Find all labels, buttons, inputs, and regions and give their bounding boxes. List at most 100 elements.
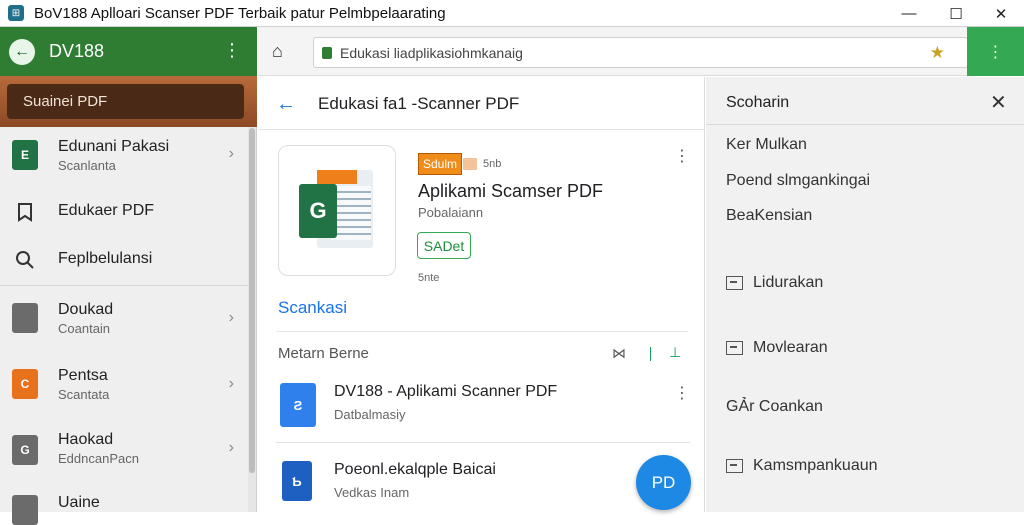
badge-label: Sdulm [418, 153, 463, 175]
document-tab-icon [317, 170, 357, 184]
right-panel-item[interactable]: Ker Mulkan [726, 136, 807, 154]
header-divider [258, 129, 705, 130]
sidebar-item-haokad[interactable]: G Haokad EddncanPacn › [0, 419, 248, 483]
address-bar: ⌂ Edukasi liadplikasiohmkanaig ★ [258, 27, 1024, 76]
main-panel: ← Edukasi fa1 -Scanner PDF G Sdulm 5nb A… [258, 77, 705, 512]
folder-doc-icon [12, 303, 38, 333]
bookmark-icon [12, 197, 38, 227]
app-badge: Sdulm 5nb [418, 153, 501, 175]
close-icon[interactable]: ✕ [990, 90, 1007, 115]
install-button[interactable]: SADet [417, 232, 471, 259]
right-panel-item[interactable]: BeaKensian [726, 207, 812, 225]
section-separator [650, 347, 651, 361]
sidebar-item-subtitle: Coantain [58, 321, 111, 336]
sidebar-item-pentsa[interactable]: C Pentsa Scantata › [0, 353, 248, 417]
app-name: Aplikami Scamser PDF [418, 181, 604, 201]
sidebar-item-edukaer[interactable]: Edukaer PDF [0, 189, 248, 233]
right-panel-item-label: GẢr Coankan [726, 398, 823, 415]
right-panel-item-label: Lidurakan [753, 274, 824, 291]
box-icon [726, 459, 743, 473]
right-panel-item-label: Poend slmgankingai [726, 172, 871, 189]
box-icon [726, 341, 743, 355]
close-window-button[interactable]: ✕ [978, 0, 1024, 27]
left-toolbar: ← DV188 ⋮ [0, 27, 257, 76]
back-arrow-icon[interactable]: ← [9, 38, 35, 65]
sidebar-divider [0, 285, 248, 286]
sort-icon[interactable]: ⊥ [669, 344, 681, 361]
window-titlebar: ⊞ BoV188 Aplloari Scanser PDF Terbaik pa… [0, 0, 1024, 27]
sidebar-item-subtitle: Scantata [58, 387, 110, 402]
home-icon[interactable]: ⌂ [272, 41, 283, 62]
chevron-right-icon: › [228, 309, 234, 326]
app-icon-card[interactable]: G [278, 145, 396, 276]
app-developer: Pobalaiann [418, 205, 484, 220]
right-panel-item[interactable]: Kamsmpankuaun [726, 457, 878, 475]
search-pill-button[interactable]: Suainei PDF [7, 84, 244, 119]
sidebar-item-edunani[interactable]: E Edunani Pakasi Scanlanta › [0, 127, 248, 183]
blue-document-icon: Ƅ [282, 461, 312, 501]
right-panel-divider [706, 124, 1024, 125]
star-icon[interactable]: ★ [930, 43, 945, 63]
sidebar-item-doukad[interactable]: Doukad Coantain › [0, 287, 248, 351]
box-icon [726, 276, 743, 290]
sidebar-item-title: Edunani Pakasi [58, 138, 170, 155]
right-panel-title: Scoharin [726, 94, 790, 111]
sidebar-item-title: Haokad [58, 431, 114, 448]
right-panel-item[interactable]: Movlearan [726, 339, 828, 357]
section-divider [276, 331, 688, 332]
app-note: 5nte [418, 272, 440, 284]
document-green-icon: E [12, 140, 38, 170]
search-icon [12, 245, 38, 275]
page-title: Edukasi fa1 -Scanner PDF [318, 94, 520, 113]
browser-menu-icon[interactable]: ⋮ [967, 27, 1024, 76]
gray-doc-icon: G [12, 435, 38, 465]
search-band: Suainei PDF [0, 76, 257, 127]
right-panel: Scoharin ✕ Ker Mulkan Poend slmgankingai… [706, 77, 1024, 512]
scankasi-link[interactable]: Scankasi [278, 298, 347, 318]
window-title: BoV188 Aplloari Scanser PDF Terbaik patu… [34, 4, 446, 22]
sidebar-item-subtitle: Scanlanta [58, 158, 116, 173]
sidebar-scroll-thumb[interactable] [249, 128, 255, 473]
right-panel-item[interactable]: Poend slmgankingai [726, 172, 870, 190]
chevron-right-icon: › [228, 375, 234, 392]
sidebar-item-subtitle: EddncanPacn [58, 451, 139, 466]
sidebar-item-title: Edukaer PDF [58, 202, 155, 219]
orange-doc-icon: C [12, 369, 38, 399]
sidebar-item-title: Doukad [58, 301, 114, 318]
more-options-icon[interactable]: ⋮ [223, 41, 241, 59]
more-options-icon[interactable]: ⋮ [674, 386, 690, 402]
gray-doc-icon [12, 495, 38, 525]
sidebar-item-title: Uaine [58, 494, 100, 511]
badge-small-icon [463, 158, 478, 170]
right-panel-item-label: Kamsmpankuaun [753, 457, 878, 474]
left-toolbar-title: DV188 [49, 41, 105, 61]
lock-icon [322, 46, 332, 59]
result-divider [276, 442, 690, 443]
right-panel-item[interactable]: GẢr Coankan [726, 398, 823, 416]
url-text: Edukasi liadplikasiohmkanaig [340, 44, 523, 61]
url-input[interactable]: Edukasi liadplikasiohmkanaig ★ [313, 37, 968, 68]
maximize-button[interactable]: ☐ [933, 0, 979, 27]
sidebar: E Edunani Pakasi Scanlanta › Edukaer PDF… [0, 127, 257, 525]
badge-tail: 5nb [483, 158, 502, 170]
minimize-button[interactable]: — [886, 0, 932, 27]
section-title: Metarn Berne [278, 345, 369, 362]
collapse-icon[interactable]: ⋈ [612, 345, 626, 362]
document-lines-icon [331, 186, 371, 240]
result-title[interactable]: DV188 - Aplikami Scanner PDF [334, 383, 557, 401]
right-panel-item-label: Ker Mulkan [726, 136, 807, 153]
app-icon: ⊞ [8, 5, 24, 21]
chevron-right-icon: › [228, 439, 234, 456]
result-title[interactable]: Poeonl.ekalqple Baicai [334, 461, 496, 479]
sidebar-item-title: Feplbelulansi [58, 250, 153, 267]
spreadsheet-icon: G [299, 184, 337, 238]
pdf-fab-button[interactable]: PD [636, 455, 691, 510]
result-subtitle: Vedkas Inam [334, 485, 410, 500]
right-panel-item-label: BeaKensian [726, 207, 813, 224]
sidebar-item-feplbelulansi[interactable]: Feplbelulansi [0, 237, 248, 281]
back-arrow-icon[interactable]: ← [276, 93, 296, 116]
sidebar-item-uaine[interactable]: Uaine [0, 485, 248, 525]
more-options-icon[interactable]: ⋮ [674, 149, 690, 165]
result-subtitle: Datbalmasiy [334, 407, 406, 422]
right-panel-item[interactable]: Lidurakan [726, 274, 823, 292]
